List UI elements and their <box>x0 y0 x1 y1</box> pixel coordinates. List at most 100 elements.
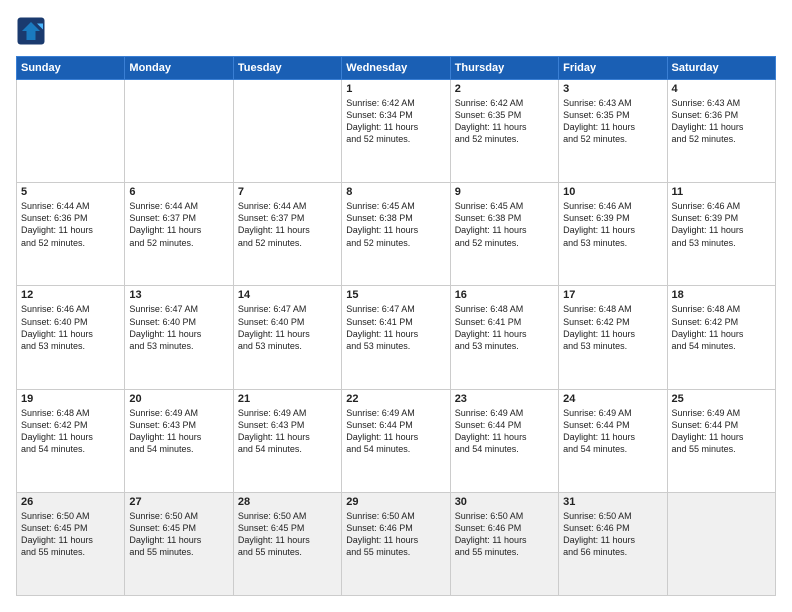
day-info: Sunrise: 6:50 AM Sunset: 6:45 PM Dayligh… <box>21 510 120 559</box>
calendar-cell: 4 Sunrise: 6:43 AM Sunset: 6:36 PM Daylig… <box>667 80 775 183</box>
calendar-cell: 8 Sunrise: 6:45 AM Sunset: 6:38 PM Daylig… <box>342 183 450 286</box>
calendar-cell: 28Sunrise: 6:50 AM Sunset: 6:45 PM Dayli… <box>233 492 341 595</box>
day-number: 18 <box>672 289 771 301</box>
calendar-week-1: 5 Sunrise: 6:44 AM Sunset: 6:36 PM Daylig… <box>17 183 776 286</box>
logo <box>16 16 50 46</box>
calendar-cell: 19 Sunrise: 6:48 AM Sunset: 6:42 PM Dayli… <box>17 389 125 492</box>
day-info: Sunrise: 6:44 AM Sunset: 6:36 PM Dayligh… <box>21 200 120 249</box>
calendar-cell: 5 Sunrise: 6:44 AM Sunset: 6:36 PM Daylig… <box>17 183 125 286</box>
day-info: Sunrise: 6:47 AM Sunset: 6:40 PM Dayligh… <box>129 303 228 352</box>
day-number: 30 <box>455 496 554 508</box>
day-number: 21 <box>238 393 337 405</box>
day-info: Sunrise: 6:42 AM Sunset: 6:35 PM Dayligh… <box>455 97 554 146</box>
weekday-header-row: SundayMondayTuesdayWednesdayThursdayFrid… <box>17 57 776 80</box>
calendar-cell <box>667 492 775 595</box>
day-number: 24 <box>563 393 662 405</box>
calendar-cell: 11Sunrise: 6:46 AM Sunset: 6:39 PM Dayli… <box>667 183 775 286</box>
day-number: 23 <box>455 393 554 405</box>
day-info: Sunrise: 6:43 AM Sunset: 6:35 PM Dayligh… <box>563 97 662 146</box>
day-number: 3 <box>563 83 662 95</box>
day-info: Sunrise: 6:47 AM Sunset: 6:40 PM Dayligh… <box>238 303 337 352</box>
weekday-monday: Monday <box>125 57 233 80</box>
calendar-cell: 10Sunrise: 6:46 AM Sunset: 6:39 PM Dayli… <box>559 183 667 286</box>
day-number: 12 <box>21 289 120 301</box>
weekday-friday: Friday <box>559 57 667 80</box>
day-number: 7 <box>238 186 337 198</box>
calendar-week-2: 12Sunrise: 6:46 AM Sunset: 6:40 PM Dayli… <box>17 286 776 389</box>
day-number: 17 <box>563 289 662 301</box>
day-number: 29 <box>346 496 445 508</box>
calendar-cell: 25 Sunrise: 6:49 AM Sunset: 6:44 PM Dayli… <box>667 389 775 492</box>
day-info: Sunrise: 6:48 AM Sunset: 6:42 PM Dayligh… <box>672 303 771 352</box>
calendar-cell: 3 Sunrise: 6:43 AM Sunset: 6:35 PM Daylig… <box>559 80 667 183</box>
calendar-cell: 1Sunrise: 6:42 AM Sunset: 6:34 PM Daylig… <box>342 80 450 183</box>
day-number: 28 <box>238 496 337 508</box>
calendar-cell: 31Sunrise: 6:50 AM Sunset: 6:46 PM Dayli… <box>559 492 667 595</box>
day-number: 27 <box>129 496 228 508</box>
day-number: 4 <box>672 83 771 95</box>
day-info: Sunrise: 6:45 AM Sunset: 6:38 PM Dayligh… <box>346 200 445 249</box>
day-info: Sunrise: 6:45 AM Sunset: 6:38 PM Dayligh… <box>455 200 554 249</box>
day-info: Sunrise: 6:50 AM Sunset: 6:46 PM Dayligh… <box>455 510 554 559</box>
calendar-cell: 22 Sunrise: 6:49 AM Sunset: 6:44 PM Dayli… <box>342 389 450 492</box>
day-number: 19 <box>21 393 120 405</box>
day-info: Sunrise: 6:48 AM Sunset: 6:42 PM Dayligh… <box>21 407 120 456</box>
calendar-cell: 23 Sunrise: 6:49 AM Sunset: 6:44 PM Dayli… <box>450 389 558 492</box>
weekday-sunday: Sunday <box>17 57 125 80</box>
day-info: Sunrise: 6:49 AM Sunset: 6:44 PM Dayligh… <box>455 407 554 456</box>
day-info: Sunrise: 6:49 AM Sunset: 6:44 PM Dayligh… <box>563 407 662 456</box>
calendar-cell: 7 Sunrise: 6:44 AM Sunset: 6:37 PM Daylig… <box>233 183 341 286</box>
day-number: 25 <box>672 393 771 405</box>
calendar-cell: 12Sunrise: 6:46 AM Sunset: 6:40 PM Dayli… <box>17 286 125 389</box>
day-number: 20 <box>129 393 228 405</box>
day-info: Sunrise: 6:44 AM Sunset: 6:37 PM Dayligh… <box>238 200 337 249</box>
day-info: Sunrise: 6:49 AM Sunset: 6:44 PM Dayligh… <box>346 407 445 456</box>
page: SundayMondayTuesdayWednesdayThursdayFrid… <box>0 0 792 612</box>
day-number: 2 <box>455 83 554 95</box>
day-number: 5 <box>21 186 120 198</box>
weekday-thursday: Thursday <box>450 57 558 80</box>
calendar-cell: 24 Sunrise: 6:49 AM Sunset: 6:44 PM Dayli… <box>559 389 667 492</box>
day-info: Sunrise: 6:43 AM Sunset: 6:36 PM Dayligh… <box>672 97 771 146</box>
day-info: Sunrise: 6:50 AM Sunset: 6:45 PM Dayligh… <box>129 510 228 559</box>
day-info: Sunrise: 6:48 AM Sunset: 6:41 PM Dayligh… <box>455 303 554 352</box>
day-info: Sunrise: 6:48 AM Sunset: 6:42 PM Dayligh… <box>563 303 662 352</box>
calendar-cell: 17 Sunrise: 6:48 AM Sunset: 6:42 PM Dayli… <box>559 286 667 389</box>
day-number: 22 <box>346 393 445 405</box>
day-info: Sunrise: 6:46 AM Sunset: 6:39 PM Dayligh… <box>563 200 662 249</box>
calendar-week-4: 26Sunrise: 6:50 AM Sunset: 6:45 PM Dayli… <box>17 492 776 595</box>
calendar-cell: 27 Sunrise: 6:50 AM Sunset: 6:45 PM Dayli… <box>125 492 233 595</box>
day-info: Sunrise: 6:49 AM Sunset: 6:43 PM Dayligh… <box>129 407 228 456</box>
calendar-cell: 21Sunrise: 6:49 AM Sunset: 6:43 PM Dayli… <box>233 389 341 492</box>
day-number: 11 <box>672 186 771 198</box>
calendar-body: 1Sunrise: 6:42 AM Sunset: 6:34 PM Daylig… <box>17 80 776 596</box>
calendar-header: SundayMondayTuesdayWednesdayThursdayFrid… <box>17 57 776 80</box>
calendar-cell: 13Sunrise: 6:47 AM Sunset: 6:40 PM Dayli… <box>125 286 233 389</box>
calendar-cell <box>125 80 233 183</box>
weekday-wednesday: Wednesday <box>342 57 450 80</box>
day-info: Sunrise: 6:47 AM Sunset: 6:41 PM Dayligh… <box>346 303 445 352</box>
header <box>16 16 776 46</box>
calendar-cell: 14 Sunrise: 6:47 AM Sunset: 6:40 PM Dayli… <box>233 286 341 389</box>
day-number: 8 <box>346 186 445 198</box>
weekday-saturday: Saturday <box>667 57 775 80</box>
day-info: Sunrise: 6:49 AM Sunset: 6:44 PM Dayligh… <box>672 407 771 456</box>
day-number: 16 <box>455 289 554 301</box>
calendar-week-0: 1Sunrise: 6:42 AM Sunset: 6:34 PM Daylig… <box>17 80 776 183</box>
calendar-cell: 9 Sunrise: 6:45 AM Sunset: 6:38 PM Daylig… <box>450 183 558 286</box>
calendar-cell: 2 Sunrise: 6:42 AM Sunset: 6:35 PM Daylig… <box>450 80 558 183</box>
calendar-cell: 18 Sunrise: 6:48 AM Sunset: 6:42 PM Dayli… <box>667 286 775 389</box>
calendar-cell: 30 Sunrise: 6:50 AM Sunset: 6:46 PM Dayli… <box>450 492 558 595</box>
calendar-cell: 29 Sunrise: 6:50 AM Sunset: 6:46 PM Dayli… <box>342 492 450 595</box>
day-number: 9 <box>455 186 554 198</box>
day-number: 6 <box>129 186 228 198</box>
day-info: Sunrise: 6:50 AM Sunset: 6:46 PM Dayligh… <box>346 510 445 559</box>
calendar-cell <box>17 80 125 183</box>
calendar-cell: 26Sunrise: 6:50 AM Sunset: 6:45 PM Dayli… <box>17 492 125 595</box>
day-number: 15 <box>346 289 445 301</box>
calendar-week-3: 19 Sunrise: 6:48 AM Sunset: 6:42 PM Dayli… <box>17 389 776 492</box>
calendar-cell: 15 Sunrise: 6:47 AM Sunset: 6:41 PM Dayli… <box>342 286 450 389</box>
calendar-cell: 6 Sunrise: 6:44 AM Sunset: 6:37 PM Daylig… <box>125 183 233 286</box>
day-info: Sunrise: 6:44 AM Sunset: 6:37 PM Dayligh… <box>129 200 228 249</box>
day-number: 14 <box>238 289 337 301</box>
